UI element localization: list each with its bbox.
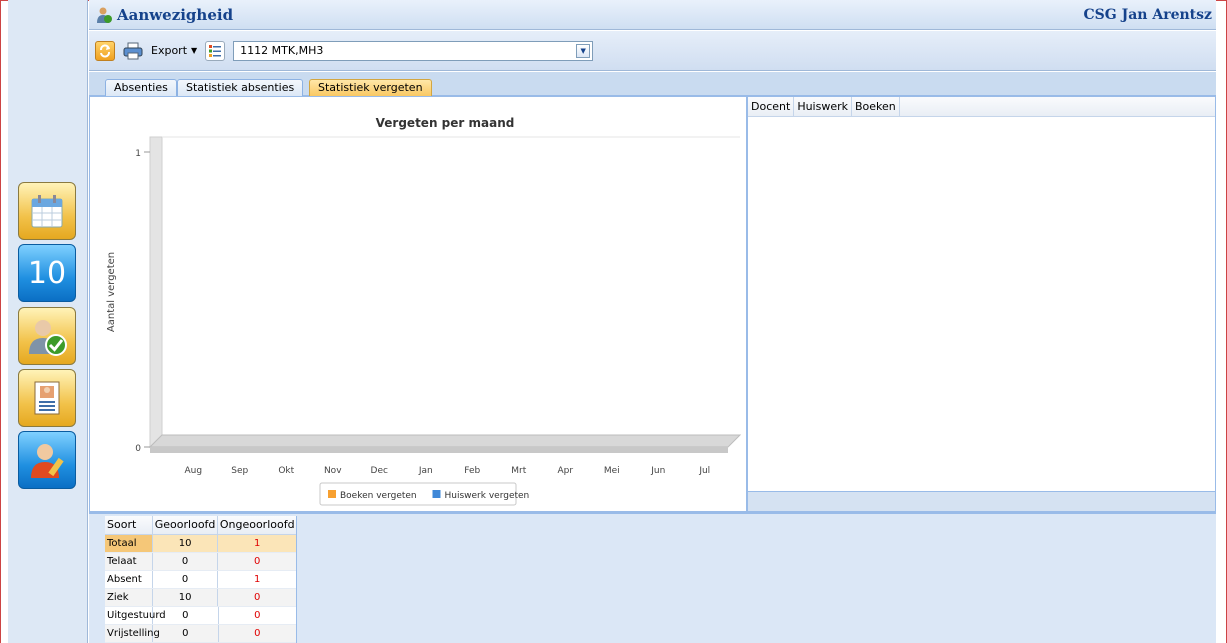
printer-icon xyxy=(123,42,143,59)
y-axis-label: Aantal vergeten xyxy=(106,252,117,332)
chart-panel: Vergeten per maand 0 1 Aantal vergeten Aug Se… xyxy=(89,96,747,512)
table-row[interactable]: Absent 0 1 xyxy=(105,571,296,589)
user-settings-module-button[interactable] xyxy=(18,431,76,489)
module-sidebar: 10 xyxy=(8,0,88,643)
header-soort[interactable]: Soort xyxy=(105,516,153,534)
dropdown-arrow-icon[interactable]: ▼ xyxy=(576,43,591,58)
grades-module-button[interactable]: 10 xyxy=(18,244,76,302)
x-tick-label: Jul xyxy=(698,466,710,476)
title-bar: Aanwezigheid CSG Jan Arentsz xyxy=(89,0,1216,30)
legend-label: Boeken vergeten xyxy=(340,491,417,501)
class-select-value: 1112 MTK,MH3 xyxy=(240,44,324,57)
tab-strip: Absenties Statistiek absenties Statistie… xyxy=(89,72,1216,96)
cell-geoorloofd: 10 xyxy=(153,589,219,606)
legend-label: Huiswerk vergeten xyxy=(445,491,530,501)
cell-ongeoorloofd: 0 xyxy=(254,610,261,621)
student-card-module-button[interactable] xyxy=(18,369,76,427)
table-row[interactable]: Telaat 0 0 xyxy=(105,553,296,571)
refresh-button[interactable] xyxy=(95,40,115,61)
cell-soort: Ziek xyxy=(105,589,153,606)
export-label: Export xyxy=(151,44,188,57)
summary-table: Soort Geoorloofd Ongeoorloofd Totaal 10 … xyxy=(105,516,297,643)
tab-statistiek-absenties[interactable]: Statistiek absenties xyxy=(177,79,304,96)
cell-ongeoorloofd: 1 xyxy=(254,574,261,585)
print-button[interactable] xyxy=(123,41,143,61)
table-row[interactable]: Totaal 10 1 xyxy=(105,535,296,553)
cell-soort: Absent xyxy=(105,571,153,588)
details-grid-footer xyxy=(748,491,1215,511)
cell-soort: Vrijstelling xyxy=(105,625,160,642)
header-ongeoorloofd[interactable]: Ongeoorloofd xyxy=(218,516,296,534)
table-row[interactable]: Vrijstelling 0 0 xyxy=(105,625,296,643)
table-row[interactable]: Uitgestuurd 0 0 xyxy=(105,607,296,625)
cell-soort: Uitgestuurd xyxy=(105,607,166,624)
chart-floor-edge xyxy=(150,447,728,453)
cell-geoorloofd: 0 xyxy=(153,571,219,588)
calendar-icon xyxy=(31,195,63,228)
attendance-module-button[interactable] xyxy=(18,307,76,365)
tab-absenties[interactable]: Absenties xyxy=(105,79,177,96)
x-tick-label: Jan xyxy=(418,466,433,476)
cell-ongeoorloofd: 0 xyxy=(254,592,261,603)
toolbar: Export ▼ 1112 MTK,MH3 ▼ xyxy=(89,31,1216,71)
page-title: Aanwezigheid xyxy=(117,5,234,24)
legend-swatch xyxy=(328,490,336,498)
chart-title: Vergeten per maand xyxy=(376,116,515,130)
column-docent[interactable]: Docent xyxy=(748,97,795,116)
cell-ongeoorloofd: 0 xyxy=(254,628,261,639)
chart-floor xyxy=(148,434,742,448)
y-tick-label: 0 xyxy=(135,444,141,454)
school-name: CSG Jan Arentsz xyxy=(1083,6,1212,23)
details-grid-header: Docent Huiswerk Boeken xyxy=(748,97,1215,117)
legend-swatch xyxy=(432,490,441,498)
x-tick-label: Mrt xyxy=(511,466,526,476)
column-boeken[interactable]: Boeken xyxy=(852,97,900,116)
cell-ongeoorloofd: 1 xyxy=(254,538,261,549)
list-icon xyxy=(209,44,222,57)
x-tick-label: Dec xyxy=(371,466,388,476)
cell-geoorloofd: 10 xyxy=(153,535,219,552)
x-tick-label: Okt xyxy=(278,466,294,476)
x-tick-label: Mei xyxy=(604,466,620,476)
x-tick-label: Sep xyxy=(231,466,248,476)
y-tick-label: 1 xyxy=(135,149,141,159)
details-grid: Docent Huiswerk Boeken xyxy=(747,96,1216,512)
class-select[interactable]: 1112 MTK,MH3 ▼ xyxy=(233,40,594,61)
chevron-down-icon: ▼ xyxy=(191,46,198,55)
cell-soort: Totaal xyxy=(105,535,153,552)
user-edit-icon xyxy=(31,444,64,478)
cell-geoorloofd: 0 xyxy=(153,607,219,624)
x-tick-label: Apr xyxy=(557,466,573,476)
summary-header-row: Soort Geoorloofd Ongeoorloofd xyxy=(105,516,296,535)
tab-statistiek-vergeten[interactable]: Statistiek vergeten xyxy=(309,79,432,96)
refresh-icon xyxy=(100,44,110,57)
header-geoorloofd[interactable]: Geoorloofd xyxy=(153,516,219,534)
summary-area: Soort Geoorloofd Ongeoorloofd Totaal 10 … xyxy=(89,512,1216,643)
x-tick-label: Nov xyxy=(324,466,342,476)
grades-number-icon: 10 xyxy=(27,255,67,291)
vergeten-chart: Vergeten per maand 0 1 Aantal vergeten Aug Se… xyxy=(106,116,742,506)
chart-side-wall xyxy=(149,136,163,449)
table-row[interactable]: Ziek 10 0 xyxy=(105,589,296,607)
user-check-icon xyxy=(29,320,67,356)
x-tick-label: Jun xyxy=(650,466,665,476)
x-tick-label: Aug xyxy=(184,466,202,476)
column-huiswerk[interactable]: Huiswerk xyxy=(794,97,852,116)
student-card-icon xyxy=(34,381,60,415)
export-menu-button[interactable]: Export ▼ xyxy=(151,44,197,57)
cell-soort: Telaat xyxy=(105,553,153,570)
calendar-module-button[interactable] xyxy=(18,182,76,240)
cell-geoorloofd: 0 xyxy=(153,625,219,642)
cell-geoorloofd: 0 xyxy=(153,553,219,570)
cell-ongeoorloofd: 0 xyxy=(254,556,261,567)
attendance-app-icon xyxy=(97,7,112,23)
x-tick-label: Feb xyxy=(464,466,480,476)
list-view-button[interactable] xyxy=(205,40,226,61)
